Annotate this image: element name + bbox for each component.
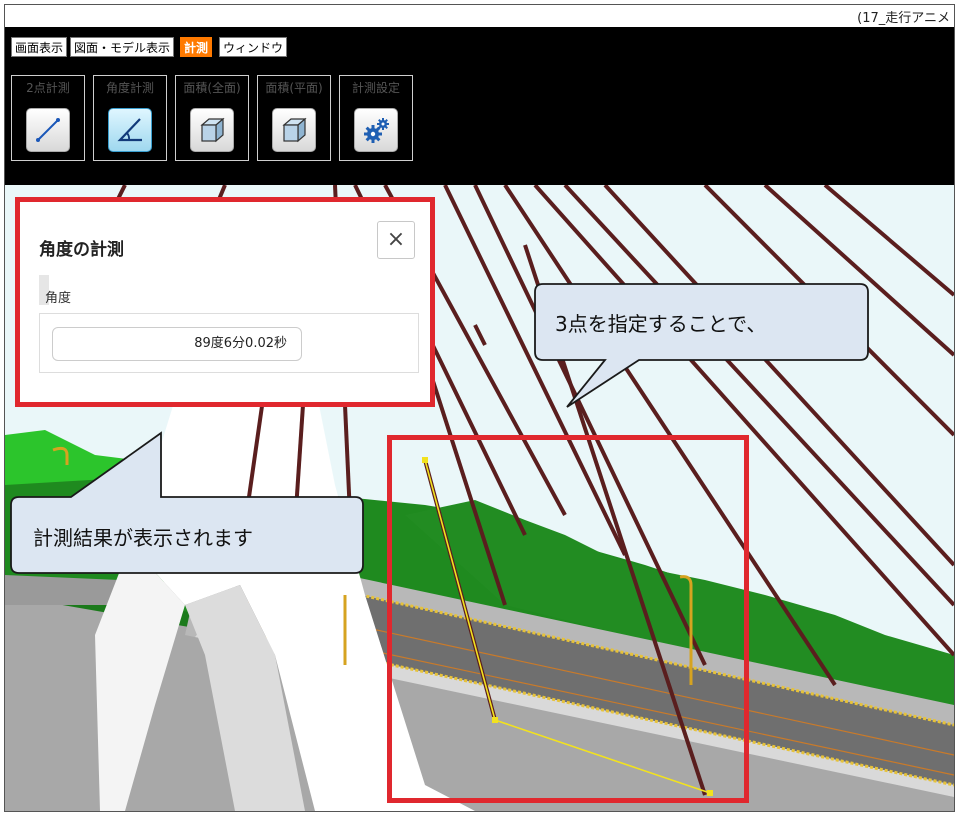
callout-top-bubble [534, 283, 869, 408]
callout-bottom-text: 計測結果が表示されます [33, 526, 253, 550]
callout-shapes [10, 283, 869, 574]
callout-bottom-bubble [10, 431, 364, 574]
app-window: (17_走行アニメ 画面表示 図面・モデル表示 計測 ウィンドウ 2点計測 角度… [4, 4, 955, 812]
callout-top-text: 3点を指定することで、 [555, 312, 767, 336]
